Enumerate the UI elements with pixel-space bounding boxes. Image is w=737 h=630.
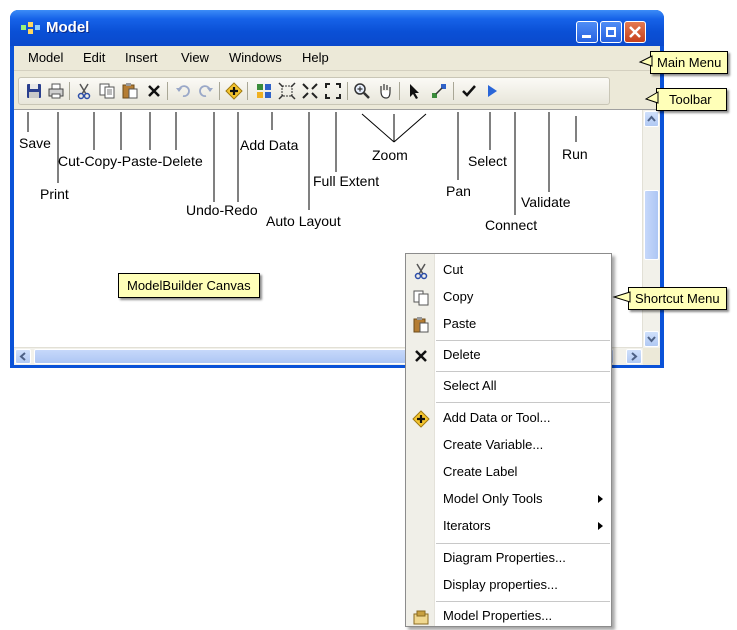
ctx-item-delete[interactable]: Delete [406, 343, 611, 369]
ctx-item-label: Model Properties... [443, 608, 553, 623]
ctx-item-label: Add Data or Tool... [443, 410, 551, 425]
submenu-arrow-icon [598, 495, 603, 503]
ctx-item-select-all[interactable]: Select All [406, 374, 611, 400]
ctx-item-display-properties[interactable]: Display properties... [406, 573, 611, 599]
ctx-item-iterators[interactable]: Iterators [406, 514, 611, 540]
ctx-item-label: Paste [443, 316, 477, 331]
submenu-arrow-icon [598, 522, 603, 530]
shortcut-menu: Cut Copy Paste Delete Select All Add Dat… [405, 253, 612, 627]
ctx-item-label: Diagram Properties... [443, 550, 566, 565]
ctx-item-create-label[interactable]: Create Label [406, 460, 611, 486]
ctx-item-label: Display properties... [443, 577, 558, 592]
menu-separator [436, 402, 610, 403]
ctx-item-label: Cut [443, 262, 464, 277]
ctx-item-model-properties[interactable]: Model Properties... [406, 604, 611, 630]
ctx-item-label: Iterators [443, 518, 491, 533]
ctx-item-label: Create Label [443, 464, 518, 479]
ctx-item-create-variable[interactable]: Create Variable... [406, 433, 611, 459]
ctx-item-label: Delete [443, 347, 481, 362]
paste-icon [413, 317, 429, 333]
menu-separator [436, 371, 610, 372]
ctx-item-cut[interactable]: Cut [406, 258, 611, 284]
model-properties-icon [413, 610, 429, 625]
cut-icon [414, 263, 428, 280]
delete-icon [415, 350, 427, 362]
ctx-item-copy[interactable]: Copy [406, 285, 611, 311]
ctx-item-diagram-properties[interactable]: Diagram Properties... [406, 546, 611, 572]
ctx-item-label: Copy [443, 289, 474, 304]
menu-separator [436, 340, 610, 341]
menu-separator [436, 601, 610, 602]
ctx-item-label: Create Variable... [443, 437, 544, 452]
ctx-item-label: Model Only Tools [443, 491, 543, 506]
menu-separator [436, 543, 610, 544]
ctx-item-paste[interactable]: Paste [406, 312, 611, 338]
add-data-icon [412, 410, 430, 428]
ctx-item-add-data-or-tool[interactable]: Add Data or Tool... [406, 406, 611, 432]
copy-icon [413, 290, 429, 306]
ctx-item-model-only-tools[interactable]: Model Only Tools [406, 487, 611, 513]
ctx-item-label: Select All [443, 378, 497, 393]
callout-tails [612, 55, 659, 303]
